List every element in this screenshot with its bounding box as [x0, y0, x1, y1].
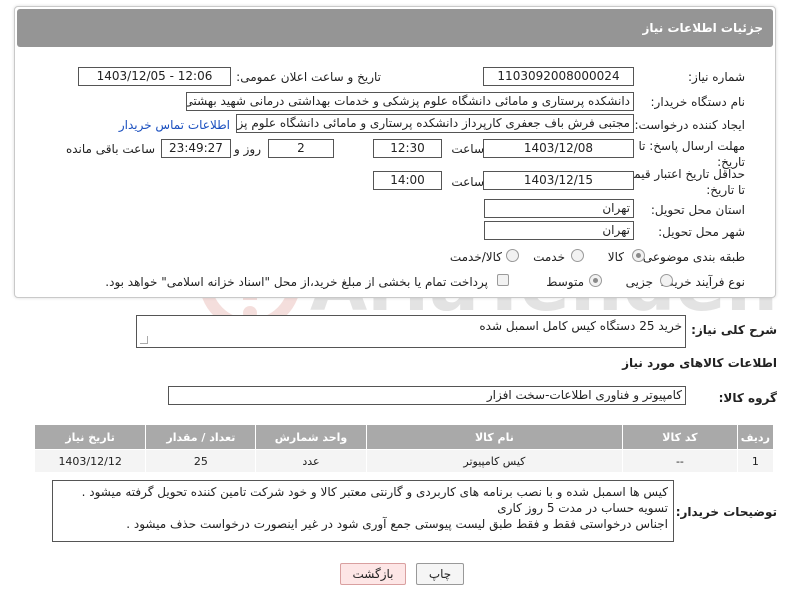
need-number-label: شماره نیاز: — [688, 70, 745, 84]
validity-time-field: 14:00 — [373, 171, 442, 190]
process-option-medium: متوسط — [546, 275, 584, 289]
buyer-note-line-2: تسویه حساب در مدت 5 روز کاری — [497, 501, 668, 515]
creator-label: ایجاد کننده درخواست: — [634, 118, 745, 132]
validity-time-label: ساعت — [451, 175, 484, 189]
need-number-field: 1103092008000024 — [483, 67, 634, 86]
print-button[interactable]: چاپ — [416, 563, 464, 585]
treasury-payment-note: پرداخت تمام یا بخشی از مبلغ خرید،از محل … — [105, 275, 488, 289]
days-field: 2 — [268, 139, 334, 158]
buyer-org-field: دانشکده پرستاری و مامائی دانشگاه علوم پز… — [186, 92, 634, 111]
category-option-service: خدمت — [533, 250, 565, 264]
reply-date-field: 1403/12/08 — [483, 139, 634, 158]
goods-section-title: اطلاعات کالاهای مورد نیاز — [622, 356, 777, 370]
process-label: نوع فرآیند خرید : — [660, 275, 745, 289]
back-button[interactable]: بازگشت — [340, 563, 406, 585]
process-option-minor: جزیی — [625, 275, 653, 289]
cell-code: -- — [622, 449, 738, 473]
buyer-org-label: نام دستگاه خریدار: — [650, 95, 746, 109]
cell-unit: عدد — [255, 449, 367, 473]
announce-label: تاریخ و ساعت اعلان عمومی: — [236, 70, 381, 84]
goods-table-header: ردیف کد کالا نام کالا واحد شمارش تعداد /… — [33, 424, 775, 450]
buyer-notes-textarea[interactable]: کیس ها اسمبل شده و با نصب برنامه های کار… — [52, 480, 674, 542]
goods-table: ردیف کد کالا نام کالا واحد شمارش تعداد /… — [33, 424, 775, 473]
process-radio-minor[interactable] — [660, 274, 673, 287]
col-date: تاریخ نیاز — [33, 424, 147, 450]
remaining-time-label: ساعت باقی مانده — [65, 142, 155, 156]
province-label: استان محل تحویل: — [650, 203, 745, 217]
category-radio-goods[interactable] — [632, 249, 645, 262]
category-radio-service[interactable] — [571, 249, 584, 262]
buyer-notes-label: توضیحات خریدار: — [675, 505, 777, 519]
goods-group-label: گروه کالا: — [718, 391, 777, 405]
province-field: تهران — [484, 199, 634, 218]
process-radio-medium[interactable] — [589, 274, 602, 287]
panel-header: جزئیات اطلاعات نیاز — [17, 9, 773, 47]
col-row: ردیف — [736, 424, 775, 450]
category-label: طبقه بندی موضوعی: — [638, 250, 745, 264]
city-field: تهران — [484, 221, 634, 240]
cell-qty: 25 — [145, 449, 257, 473]
category-option-goods: کالا — [607, 250, 624, 264]
validity-label: حداقل تاریخ اعتبار قیمت: تا تاریخ: — [618, 167, 745, 197]
summary-label: شرح کلی نیاز: — [691, 323, 777, 337]
goods-group-field: کامپیوتر و فناوری اطلاعات-سخت افزار — [168, 386, 686, 405]
contact-info-link[interactable]: اطلاعات تماس خریدار — [119, 118, 230, 132]
reply-time-label: ساعت — [451, 142, 484, 156]
treasury-payment-checkbox[interactable] — [497, 274, 509, 286]
category-radio-goods-service[interactable] — [506, 249, 519, 262]
city-label: شهر محل تحویل: — [658, 225, 745, 239]
remaining-time-field: 23:49:27 — [161, 139, 231, 158]
announce-field: 1403/12/05 - 12:06 — [78, 67, 231, 86]
validity-date-field: 1403/12/15 — [483, 171, 634, 190]
resize-handle[interactable] — [140, 336, 148, 344]
reply-time-field: 12:30 — [373, 139, 442, 158]
col-unit: واحد شمارش — [255, 424, 367, 450]
cell-name: کیس کامپیوتر — [365, 449, 624, 473]
buyer-note-line-1: کیس ها اسمبل شده و با نصب برنامه های کار… — [81, 485, 668, 499]
cell-date: 1403/12/12 — [33, 449, 147, 473]
buyer-note-line-3: اجناس درخواستی فقط و فقط طبق لیست پیوستی… — [126, 517, 668, 531]
col-code: کد کالا — [622, 424, 738, 450]
days-label: روز و — [234, 142, 261, 156]
cell-row: 1 — [736, 449, 775, 473]
col-name: نام کالا — [365, 424, 624, 450]
table-row: 1 -- کیس کامپیوتر عدد 25 1403/12/12 — [33, 449, 775, 473]
summary-textarea[interactable]: خرید 25 دستگاه کیس کامل اسمبل شده — [136, 315, 686, 348]
col-qty: تعداد / مقدار — [145, 424, 257, 450]
category-option-goods-service: کالا/خدمت — [449, 250, 502, 264]
creator-field: مجتبی فرش باف جعفری کارپرداز دانشکده پرس… — [236, 114, 634, 133]
